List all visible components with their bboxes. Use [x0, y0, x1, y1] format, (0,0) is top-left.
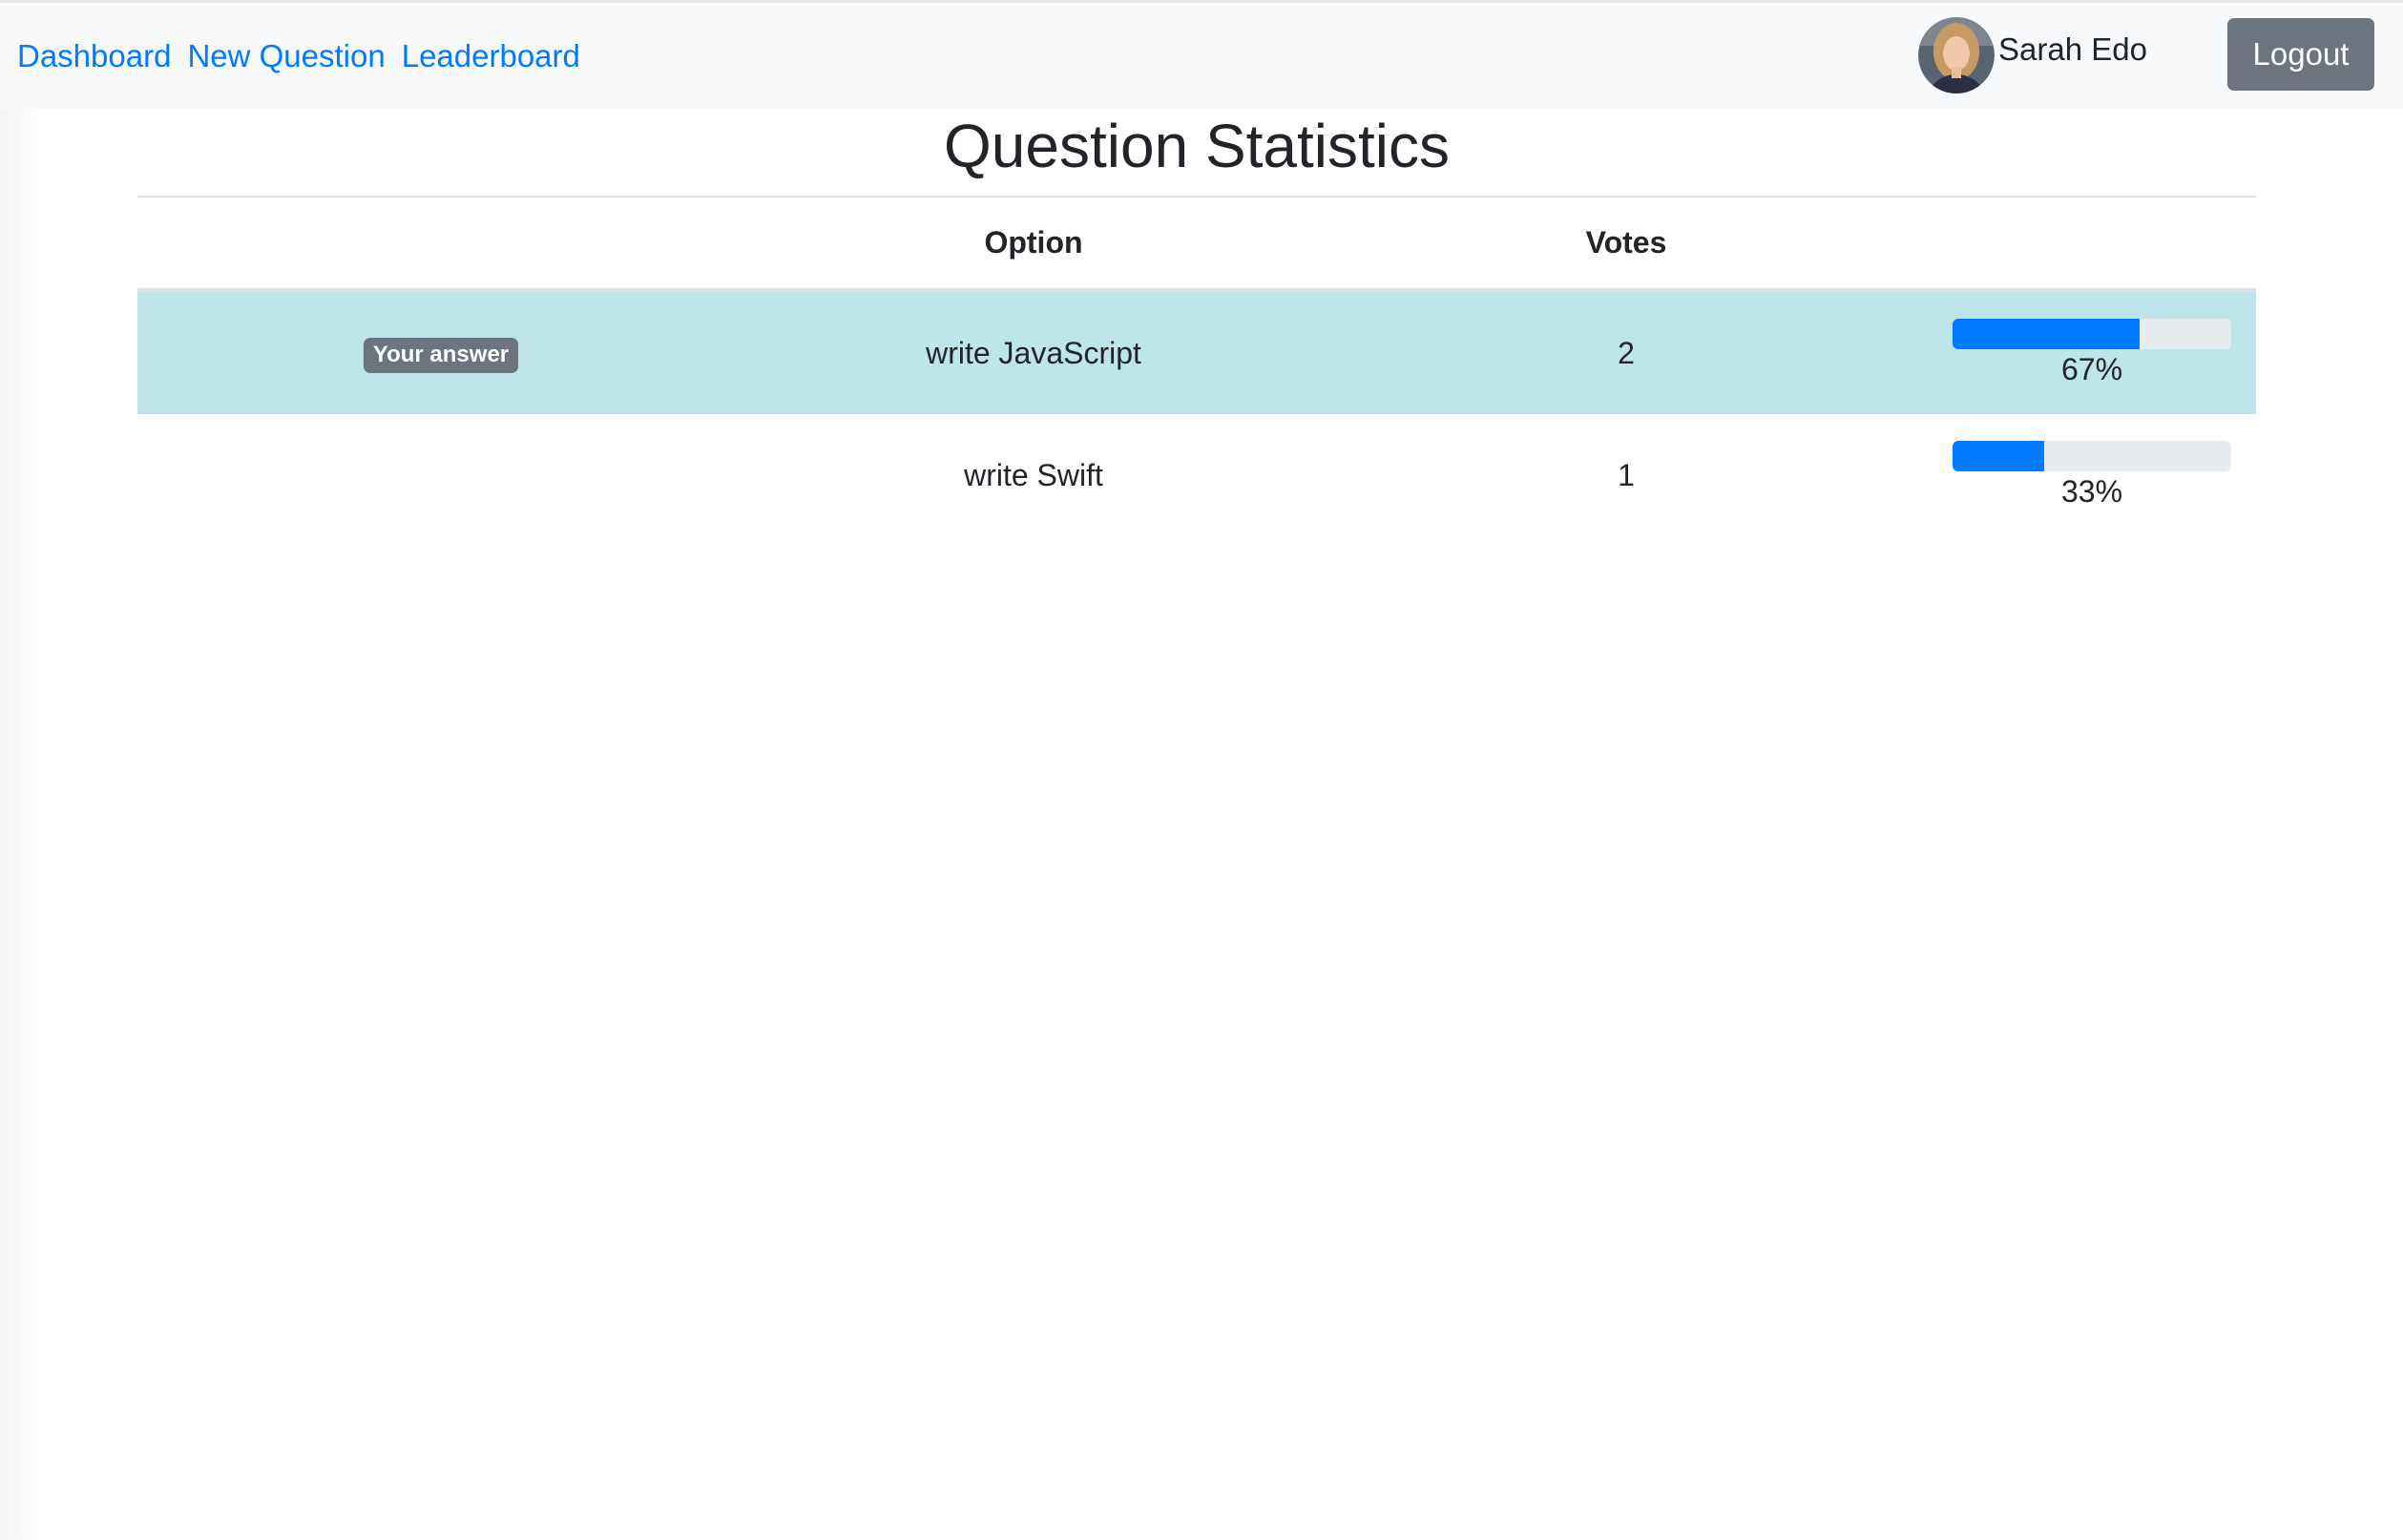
your-answer-badge: Your answer [363, 337, 519, 373]
user-area: Sarah Edo [1918, 17, 2147, 94]
nav-links: Dashboard New Question Leaderboard [17, 37, 596, 75]
page-title: Question Statistics [944, 112, 1450, 180]
nav-link-new-question[interactable]: New Question [187, 37, 385, 75]
header-votes: Votes [1323, 198, 1930, 292]
left-edge-shadow [0, 108, 38, 1540]
badge-cell [137, 414, 744, 536]
statistics-table: Option Votes Your answer write JavaScrip… [137, 198, 2256, 536]
header-progress [1930, 198, 2256, 292]
logout-button[interactable]: Logout [2227, 18, 2374, 91]
nav-link-dashboard[interactable]: Dashboard [17, 37, 171, 75]
table-row: write Swift 1 33% [137, 414, 2256, 536]
progress-label: 67% [2060, 352, 2123, 386]
nav-link-leaderboard[interactable]: Leaderboard [402, 37, 580, 75]
user-name: Sarah Edo [1998, 31, 2147, 67]
table-row: Your answer write JavaScript 2 67% [137, 290, 2256, 414]
progress-label: 33% [2060, 474, 2123, 509]
votes-cell: 2 [1323, 290, 1930, 414]
option-cell: write JavaScript [744, 290, 1323, 414]
progress-bar-fill [1953, 319, 2140, 349]
badge-cell: Your answer [137, 290, 744, 414]
progress-bar [1953, 319, 2231, 349]
progress-bar [1953, 441, 2231, 471]
header-badge [137, 198, 744, 292]
progress-bar-fill [1953, 441, 2045, 471]
progress-cell: 67% [1930, 290, 2256, 414]
votes-cell: 1 [1618, 457, 1635, 492]
option-cell: write Swift [964, 457, 1103, 492]
table-header-row: Option Votes [137, 198, 2256, 292]
header-option: Option [744, 198, 1323, 292]
progress-cell: 33% [1930, 414, 2256, 536]
navbar: Dashboard New Question Leaderboard Sarah… [0, 3, 2403, 108]
avatar [1918, 17, 1995, 94]
